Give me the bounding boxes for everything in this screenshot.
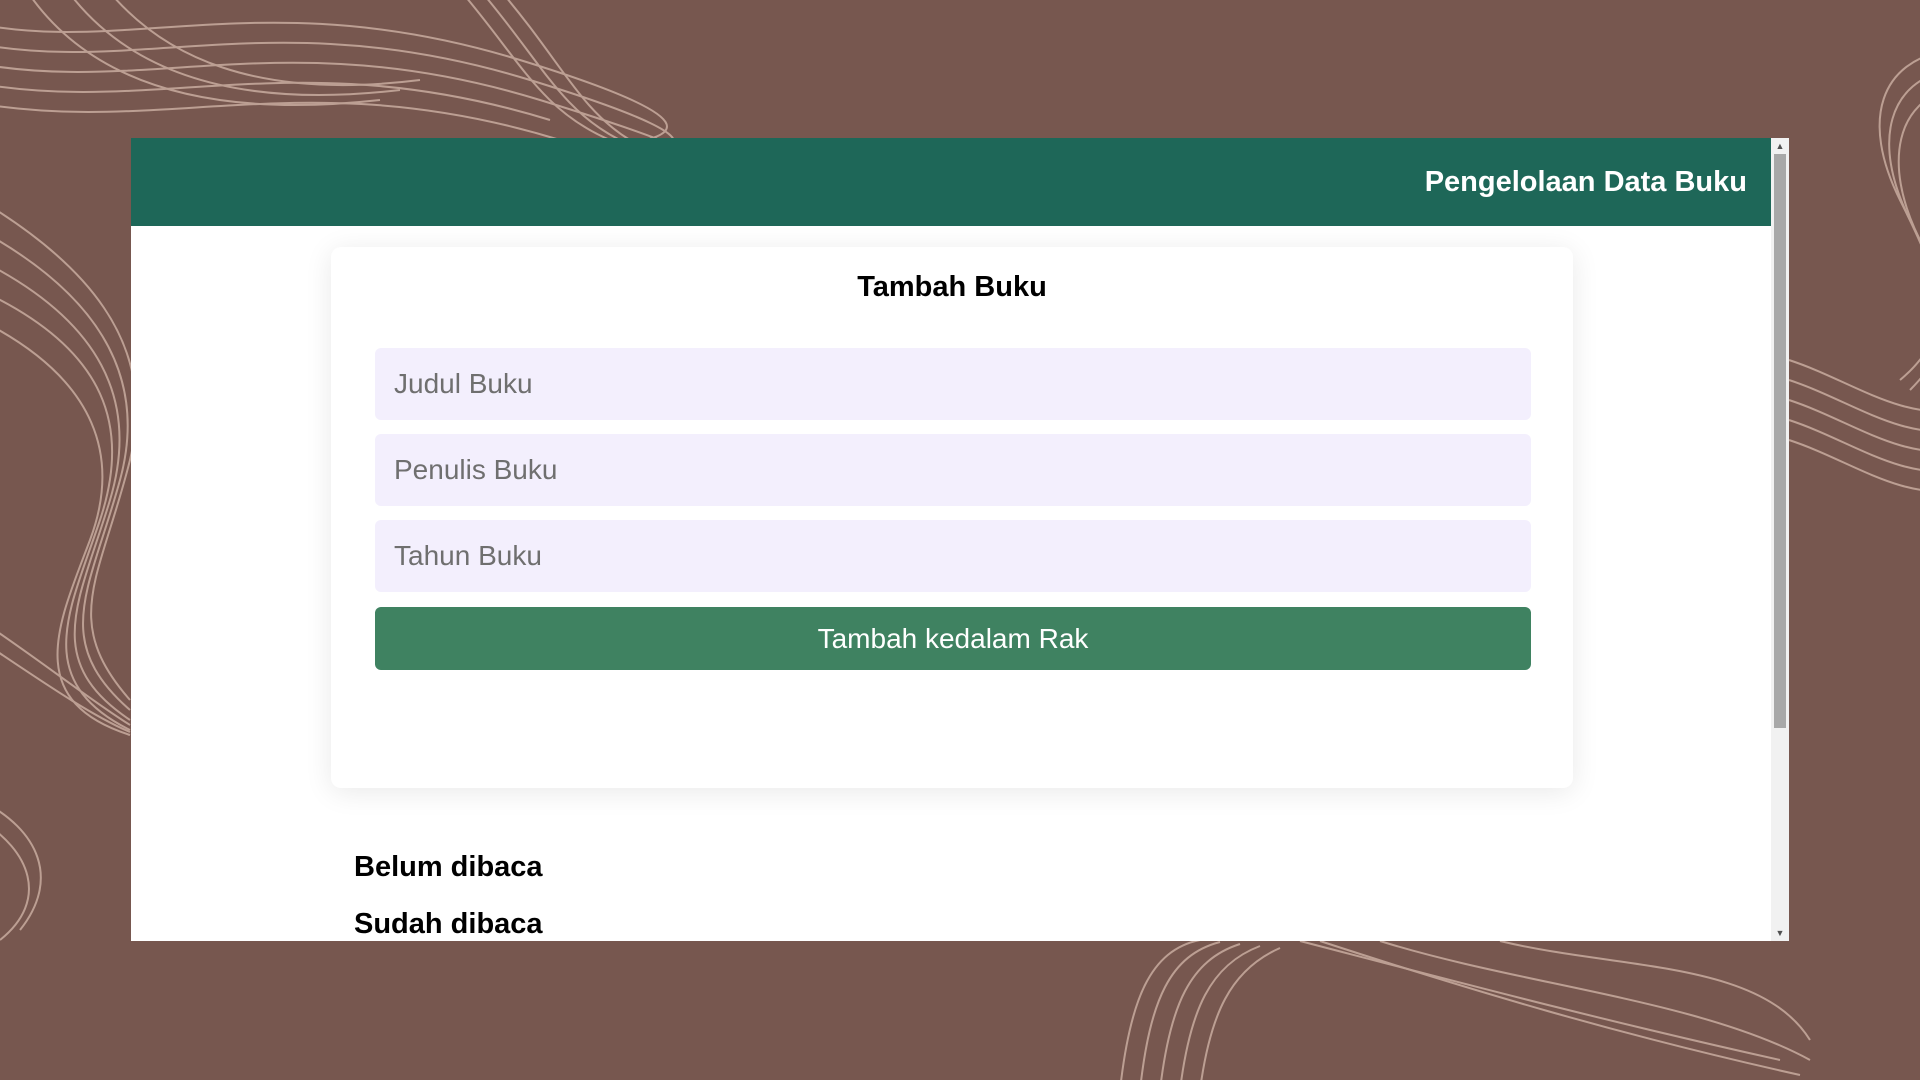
- vertical-scrollbar[interactable]: ▲ ▼: [1771, 138, 1789, 941]
- add-to-shelf-button[interactable]: Tambah kedalam Rak: [375, 607, 1531, 670]
- scrollbar-thumb[interactable]: [1774, 154, 1786, 728]
- read-shelf-heading: Sudah dibaca: [354, 908, 543, 940]
- book-year-input[interactable]: [375, 520, 1531, 592]
- browser-window: Pengelolaan Data Buku Tambah Buku Tambah…: [131, 138, 1789, 941]
- book-title-input[interactable]: [375, 348, 1531, 420]
- book-author-input[interactable]: [375, 434, 1531, 506]
- unread-shelf-heading: Belum dibaca: [354, 851, 543, 883]
- form-title: Tambah Buku: [857, 271, 1047, 303]
- add-book-form-card: Tambah Buku Tambah kedalam Rak: [331, 247, 1573, 788]
- app-header: Pengelolaan Data Buku: [131, 138, 1771, 226]
- scroll-down-arrow-icon[interactable]: ▼: [1771, 925, 1789, 941]
- app-title: Pengelolaan Data Buku: [1424, 165, 1747, 198]
- scroll-up-arrow-icon[interactable]: ▲: [1771, 138, 1789, 154]
